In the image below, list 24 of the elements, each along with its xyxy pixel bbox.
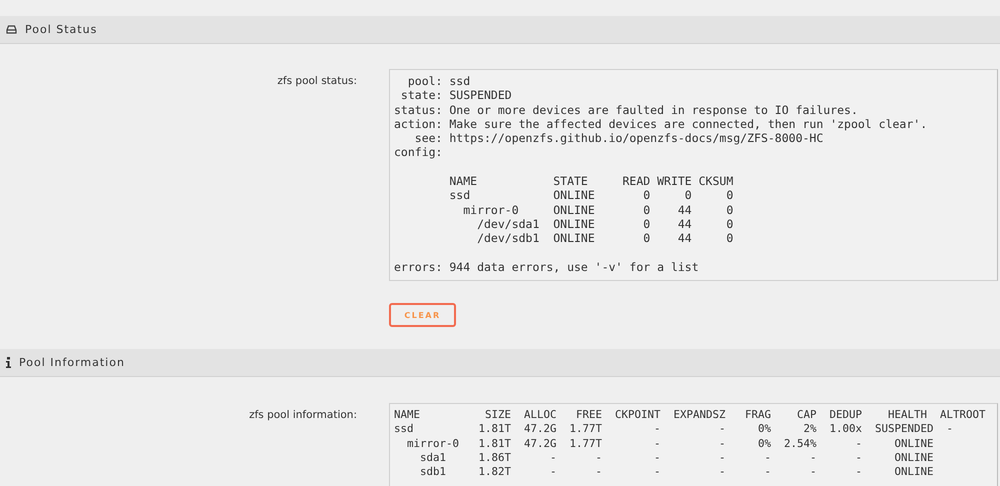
output-line: status: One or more devices are faulted in response to IO failures. — [394, 102, 858, 117]
output-line: state: SUSPENDED — [400, 88, 512, 103]
output-line: pool: ssd — [406, 74, 470, 88]
output-line: /dev/sdb1 ONLINE 0 44 0 — [476, 231, 734, 246]
drive-icon — [6, 25, 17, 34]
output-line: sdb1 1.82T - - - - - - - ONLINE — [419, 465, 934, 480]
output-line: see: https://openzfs.github.io/openzfs-docs/msg/ZFS-8000-HC — [414, 131, 824, 146]
output-line: mirror-0 ONLINE 0 44 0 — [462, 202, 734, 217]
output-line: NAME STATE READ WRITE CKSUM — [448, 174, 734, 188]
section-title: Pool Information — [19, 356, 125, 370]
output-line: action: Make sure the affected devices are connected, then run 'zpool clear'. — [394, 116, 928, 132]
output-line: ssd 1.81T 47.2G 1.77T - - 0% 2% 1.00x SUSPENDED - — [394, 422, 954, 437]
info-icon — [6, 357, 11, 368]
clear-button[interactable]: CLEAR — [389, 303, 456, 328]
output-line: sda1 1.86T - - - - - - - ONLINE — [419, 451, 934, 466]
output-line: /dev/sda1 ONLINE 0 44 0 — [476, 216, 734, 232]
output-line: ssd ONLINE 0 0 0 — [448, 188, 734, 203]
output-line: mirror-0 1.81T 47.2G 1.77T - - 0% 2.54% - ONLINE — [406, 436, 934, 452]
field-label: zfs pool information: — [248, 408, 357, 424]
output-line: NAME SIZE ALLOC FREE CKPOINT EXPANDSZ FRAG CAP DEDUP HEALTH ALTROOT — [394, 408, 986, 422]
section-title: Pool Status — [25, 23, 98, 36]
output-line: errors: 944 data errors, use '-v' for a list — [394, 260, 699, 274]
field-label: zfs pool status: — [276, 74, 357, 89]
output-line: config: — [394, 145, 442, 160]
